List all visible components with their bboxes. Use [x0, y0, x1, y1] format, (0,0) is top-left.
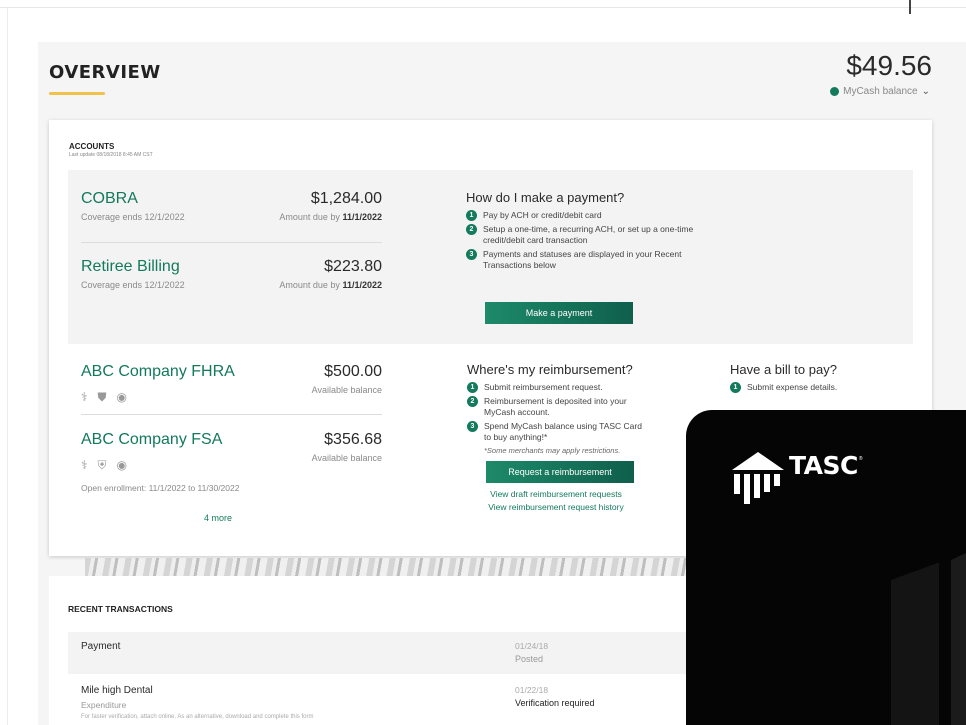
transaction-date: 01/22/18 — [515, 685, 549, 695]
reimbursement-section: Where's my reimbursement? 1 Submit reimbu… — [467, 362, 645, 512]
transaction-name: Payment — [81, 641, 121, 652]
window-top-edge — [0, 0, 966, 8]
transaction-date: 01/24/18 — [515, 641, 549, 651]
account-due: Amount due by 11/1/2022 — [279, 212, 382, 222]
eye-icon: ◉ — [116, 390, 127, 404]
transaction-type: Expenditure — [81, 700, 127, 710]
how-to-pay-step: 2 Setup a one-time, a recurring ACH, or s… — [466, 224, 696, 246]
step-number: 2 — [467, 396, 478, 407]
title-underline — [49, 92, 105, 95]
account-retiree-billing[interactable]: Retiree Billing Coverage ends 12/1/2022 … — [81, 258, 382, 290]
step-text: Reimbursement is deposited into your MyC… — [484, 396, 627, 417]
mycash-balance-amount: $49.56 — [846, 50, 932, 81]
tooth-icon: ⛊ — [97, 390, 107, 404]
step-text: Spend MyCash balance using TASC Card to … — [484, 421, 642, 442]
account-fhra[interactable]: ABC Company FHRA $500.00 Available balan… — [81, 363, 382, 405]
transaction-status: Verification required — [515, 698, 595, 708]
background-photo-strip — [85, 558, 725, 576]
info-icon — [830, 87, 840, 96]
open-enrollment: Open enrollment: 11/1/2022 to 11/30/2022 — [81, 483, 240, 493]
due-date: 11/1/2022 — [342, 212, 382, 222]
bill-section: Have a bill to pay? 1 Submit expense deta… — [730, 362, 920, 396]
account-amount: $223.80 — [324, 258, 382, 275]
recent-transactions-title: RECENT TRANSACTIONS — [68, 604, 173, 614]
stethoscope-icon: ⚕ — [81, 390, 88, 404]
payment-accounts-panel: COBRA Coverage ends 12/1/2022 $1,284.00 … — [68, 170, 913, 344]
step-text: Payments and statuses are displayed in y… — [483, 249, 682, 270]
reimbursement-step: 1 Submit reimbursement request. — [467, 382, 645, 393]
transaction-name: Mile high Dental — [81, 685, 153, 696]
window-left-edge — [0, 8, 8, 725]
tasc-logo-icon — [732, 452, 784, 504]
due-date: 11/1/2022 — [342, 280, 382, 290]
request-reimbursement-button[interactable]: Request a reimbursement — [486, 461, 634, 483]
how-to-pay-title: How do I make a payment? — [466, 190, 625, 205]
reimbursement-title: Where's my reimbursement? — [467, 362, 633, 377]
bill-title: Have a bill to pay? — [730, 362, 837, 377]
page-title: OVERVIEW — [49, 62, 161, 83]
account-balance-label: Available balance — [311, 453, 382, 463]
step-number: 3 — [466, 249, 477, 260]
step-text: Submit reimbursement request. — [484, 382, 603, 392]
how-to-pay-step: 1 Pay by ACH or credit/debit card — [466, 210, 696, 221]
due-label: Amount due by — [279, 212, 340, 222]
how-to-pay-step: 3 Payments and statuses are displayed in … — [466, 249, 696, 271]
make-payment-button[interactable]: Make a payment — [485, 302, 633, 324]
reimbursement-step: 2 Reimbursement is deposited into your My… — [467, 396, 645, 418]
phone-decor — [891, 562, 939, 725]
due-label: Amount due by — [279, 280, 340, 290]
pill-icon: ⛨ — [97, 458, 107, 472]
chevron-down-icon: ⌄ — [921, 86, 930, 97]
eye-icon: ◉ — [116, 458, 127, 472]
registered-mark: ® — [858, 456, 863, 462]
step-text: Submit expense details. — [747, 382, 838, 392]
step-number: 1 — [730, 382, 741, 393]
account-fsa[interactable]: ABC Company FSA $356.68 Available balanc… — [81, 431, 382, 493]
step-text: Pay by ACH or credit/debit card — [483, 210, 602, 220]
account-cobra[interactable]: COBRA Coverage ends 12/1/2022 $1,284.00 … — [81, 190, 382, 222]
phone-overlay: TASC ® — [686, 410, 966, 725]
account-amount: $500.00 — [324, 363, 382, 380]
step-number: 3 — [467, 421, 478, 432]
step-number: 2 — [466, 224, 477, 235]
step-number: 1 — [467, 382, 478, 393]
account-due: Amount due by 11/1/2022 — [279, 280, 382, 290]
window-edge-mark — [909, 0, 911, 14]
logo-wordmark: TASC — [789, 451, 858, 480]
view-request-history-link[interactable]: View reimbursement request history — [467, 502, 645, 512]
account-balance-label: Available balance — [311, 385, 382, 395]
phone-decor — [951, 541, 966, 725]
divider — [81, 242, 382, 243]
step-number: 1 — [466, 210, 477, 221]
transaction-status: Posted — [515, 654, 544, 664]
mycash-balance-dropdown[interactable]: MyCash balance ⌄ — [830, 86, 930, 97]
divider — [81, 414, 382, 415]
account-amount: $356.68 — [324, 431, 382, 448]
tasc-logo: TASC ® — [730, 448, 863, 506]
account-amount: $1,284.00 — [310, 190, 382, 207]
more-accounts-link[interactable]: 4 more — [204, 513, 232, 523]
step-text: Setup a one-time, a recurring ACH, or se… — [483, 224, 694, 245]
mycash-balance-label: MyCash balance — [843, 86, 918, 97]
verification-help-text: For faster verification, attach online. … — [81, 714, 314, 720]
how-to-pay-section: How do I make a payment? 1 Pay by ACH or … — [466, 190, 696, 274]
accounts-title: ACCOUNTS — [69, 142, 115, 151]
view-draft-requests-link[interactable]: View draft reimbursement requests — [467, 489, 645, 499]
reimbursement-step: 3 Spend MyCash balance using TASC Card to… — [467, 421, 645, 443]
bill-step: 1 Submit expense details. — [730, 382, 920, 393]
merchant-restrictions-note: *Some merchants may apply restrictions. — [484, 446, 621, 455]
stethoscope-icon: ⚕ — [81, 458, 88, 472]
accounts-last-update: Last update 08/18/2018 8:45 AM CST — [69, 152, 153, 158]
